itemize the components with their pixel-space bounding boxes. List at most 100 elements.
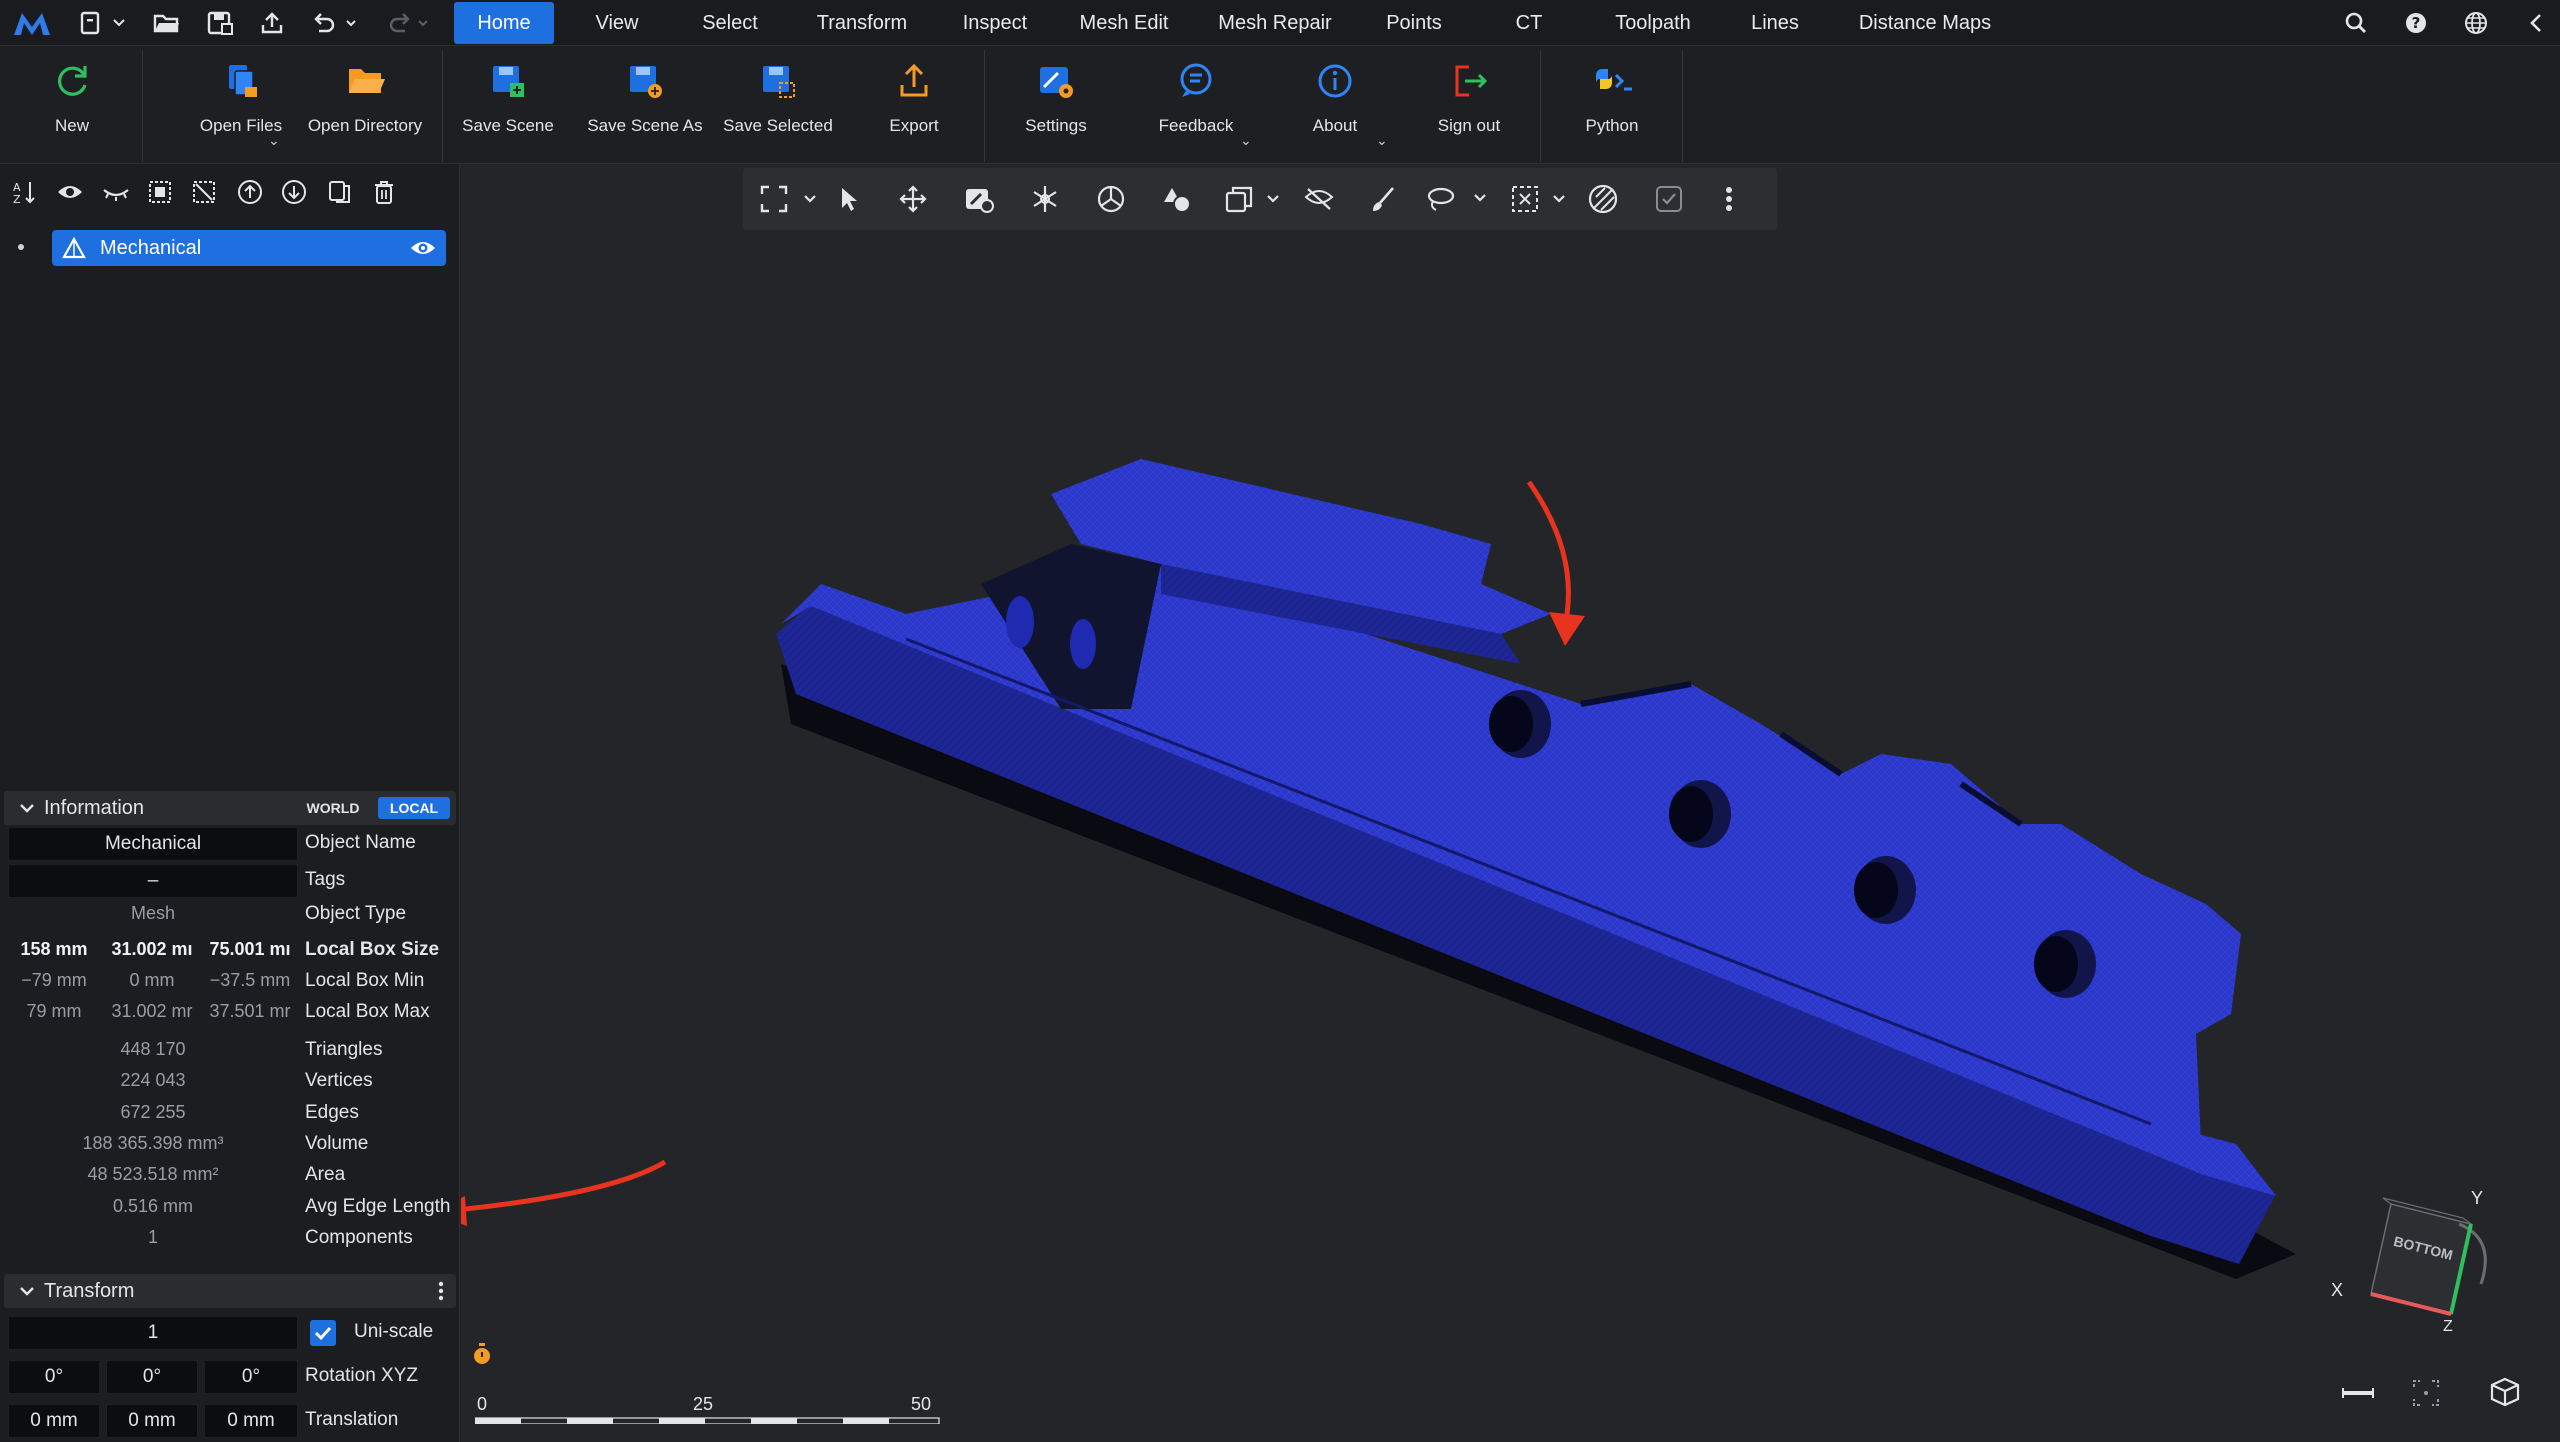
transform-section-header[interactable]: Transform xyxy=(4,1274,456,1308)
3d-cube-view-icon[interactable] xyxy=(2489,1376,2521,1413)
tab-toolpath[interactable]: Toolpath xyxy=(1594,0,1712,46)
redo-icon[interactable] xyxy=(378,0,434,46)
fit-selection-icon[interactable] xyxy=(2411,1378,2441,1413)
tab-home[interactable]: Home xyxy=(454,2,554,44)
view-cube[interactable]: BOTTOM X Y Z xyxy=(2321,1184,2501,1364)
collapse-chevron-icon[interactable] xyxy=(2516,0,2556,46)
eye-closed-icon[interactable] xyxy=(102,178,130,206)
information-title: Information xyxy=(44,796,145,819)
tab-select[interactable]: Select xyxy=(684,0,776,46)
sort-az-icon[interactable]: AZ xyxy=(12,178,40,206)
vertices-label: Vertices xyxy=(305,1070,373,1091)
ribbon-divider xyxy=(142,50,143,162)
world-toggle[interactable]: WORLD xyxy=(296,797,370,819)
tags-label: Tags xyxy=(305,869,346,890)
python-label: Python xyxy=(1585,116,1639,135)
select-all-icon[interactable] xyxy=(146,178,174,206)
tab-transform[interactable]: Transform xyxy=(800,0,924,46)
save-icon[interactable] xyxy=(200,0,240,46)
open-directory-label: Open Directory xyxy=(307,116,423,135)
mechanical-mesh-model[interactable] xyxy=(461,164,2560,1442)
duplicate-icon[interactable] xyxy=(326,178,354,206)
globe-icon[interactable] xyxy=(2456,0,2496,46)
export-icon xyxy=(886,56,942,106)
rotation-y-input[interactable]: 0° xyxy=(106,1360,198,1394)
svg-text:Z: Z xyxy=(13,193,21,205)
axis-z-label: Z xyxy=(2443,1318,2453,1335)
refresh-icon xyxy=(44,56,100,106)
rotation-z-input[interactable]: 0° xyxy=(204,1360,298,1394)
tab-mesh-repair[interactable]: Mesh Repair xyxy=(1204,0,1346,46)
new-file-menu-icon[interactable] xyxy=(74,0,130,46)
uniscale-checkbox[interactable] xyxy=(310,1320,336,1346)
new-button[interactable]: New xyxy=(22,56,122,156)
ruler-icon[interactable] xyxy=(2341,1386,2375,1405)
save-selected-icon xyxy=(750,56,806,106)
information-section-header[interactable]: Information WORLD LOCAL xyxy=(4,791,456,825)
open-files-button[interactable]: Open Files ⌄ xyxy=(176,56,306,156)
feedback-button[interactable]: Feedback ⌄ xyxy=(1144,56,1252,156)
ribbon-divider xyxy=(984,50,985,162)
translation-z-input[interactable]: 0 mm xyxy=(204,1404,298,1438)
open-directory-button[interactable]: Open Directory xyxy=(302,56,428,156)
tab-view[interactable]: View xyxy=(572,0,662,46)
undo-icon[interactable] xyxy=(306,0,362,46)
vertices-value: 224 043 xyxy=(120,1070,186,1090)
translation-label: Translation xyxy=(305,1409,399,1430)
tab-mesh-edit[interactable]: Mesh Edit xyxy=(1066,0,1182,46)
box-size-x: 158 mm xyxy=(20,939,88,959)
save-scene-button[interactable]: Save Scene xyxy=(456,56,560,156)
object-name-field[interactable]: Mechanical xyxy=(8,827,298,861)
tab-ct[interactable]: CT xyxy=(1496,0,1562,46)
search-icon[interactable] xyxy=(2336,0,2376,46)
tab-distance-maps[interactable]: Distance Maps xyxy=(1840,0,2010,46)
deselect-icon[interactable] xyxy=(190,178,218,206)
save-selected-label: Save Selected xyxy=(723,116,833,135)
python-button[interactable]: Python xyxy=(1566,56,1658,156)
sign-out-button[interactable]: Sign out xyxy=(1424,56,1514,156)
upload-icon[interactable] xyxy=(254,0,290,46)
help-icon[interactable]: ? xyxy=(2396,0,2436,46)
scale-input[interactable]: 1 xyxy=(8,1316,298,1350)
edges-label: Edges xyxy=(305,1102,359,1123)
chevron-down-icon[interactable] xyxy=(18,799,36,822)
export-button[interactable]: Export xyxy=(868,56,960,156)
settings-button[interactable]: Settings xyxy=(1010,56,1102,156)
chevron-down-icon[interactable] xyxy=(18,1282,36,1305)
feedback-label: Feedback xyxy=(1158,116,1234,135)
chevron-down-icon[interactable]: ⌄ xyxy=(268,132,280,149)
local-toggle[interactable]: LOCAL xyxy=(378,797,450,819)
eye-icon[interactable] xyxy=(56,178,84,206)
move-down-icon[interactable] xyxy=(280,178,308,206)
translation-y-input[interactable]: 0 mm xyxy=(106,1404,198,1438)
tab-inspect[interactable]: Inspect xyxy=(944,0,1046,46)
tree-item-mechanical[interactable]: Mechanical xyxy=(52,230,446,266)
area-label: Area xyxy=(305,1164,346,1185)
save-selected-button[interactable]: Save Selected xyxy=(718,56,838,156)
ribbon-divider xyxy=(1540,50,1541,162)
move-up-icon[interactable] xyxy=(236,178,264,206)
box-max-x: 79 mm xyxy=(26,1001,82,1021)
save-scene-as-icon xyxy=(617,56,673,106)
app-logo-icon[interactable] xyxy=(8,0,56,46)
mesh-object-icon xyxy=(62,236,86,265)
tab-points[interactable]: Points xyxy=(1366,0,1462,46)
tree-expander-dot[interactable] xyxy=(18,244,24,250)
more-options-icon[interactable] xyxy=(438,1281,444,1306)
tab-lines[interactable]: Lines xyxy=(1734,0,1816,46)
timer-icon[interactable] xyxy=(471,1342,493,1371)
chevron-down-icon[interactable]: ⌄ xyxy=(1376,132,1388,149)
ribbon-divider xyxy=(442,50,443,162)
chevron-down-icon[interactable]: ⌄ xyxy=(1240,132,1252,149)
save-scene-as-button[interactable]: Save Scene As xyxy=(582,56,708,156)
rotation-x-input[interactable]: 0° xyxy=(8,1360,100,1394)
about-button[interactable]: About ⌄ xyxy=(1290,56,1388,156)
trash-icon[interactable] xyxy=(370,178,398,206)
tags-field[interactable]: – xyxy=(8,864,298,898)
triangles-value: 448 170 xyxy=(120,1039,186,1059)
open-folder-icon[interactable] xyxy=(146,0,186,46)
annotation-arrow-left xyxy=(461,1159,667,1226)
translation-x-input[interactable]: 0 mm xyxy=(8,1404,100,1438)
3d-viewport[interactable]: 0 25 50 BOTTOM X Y Z xyxy=(461,164,2560,1442)
visibility-eye-icon[interactable] xyxy=(410,238,436,263)
